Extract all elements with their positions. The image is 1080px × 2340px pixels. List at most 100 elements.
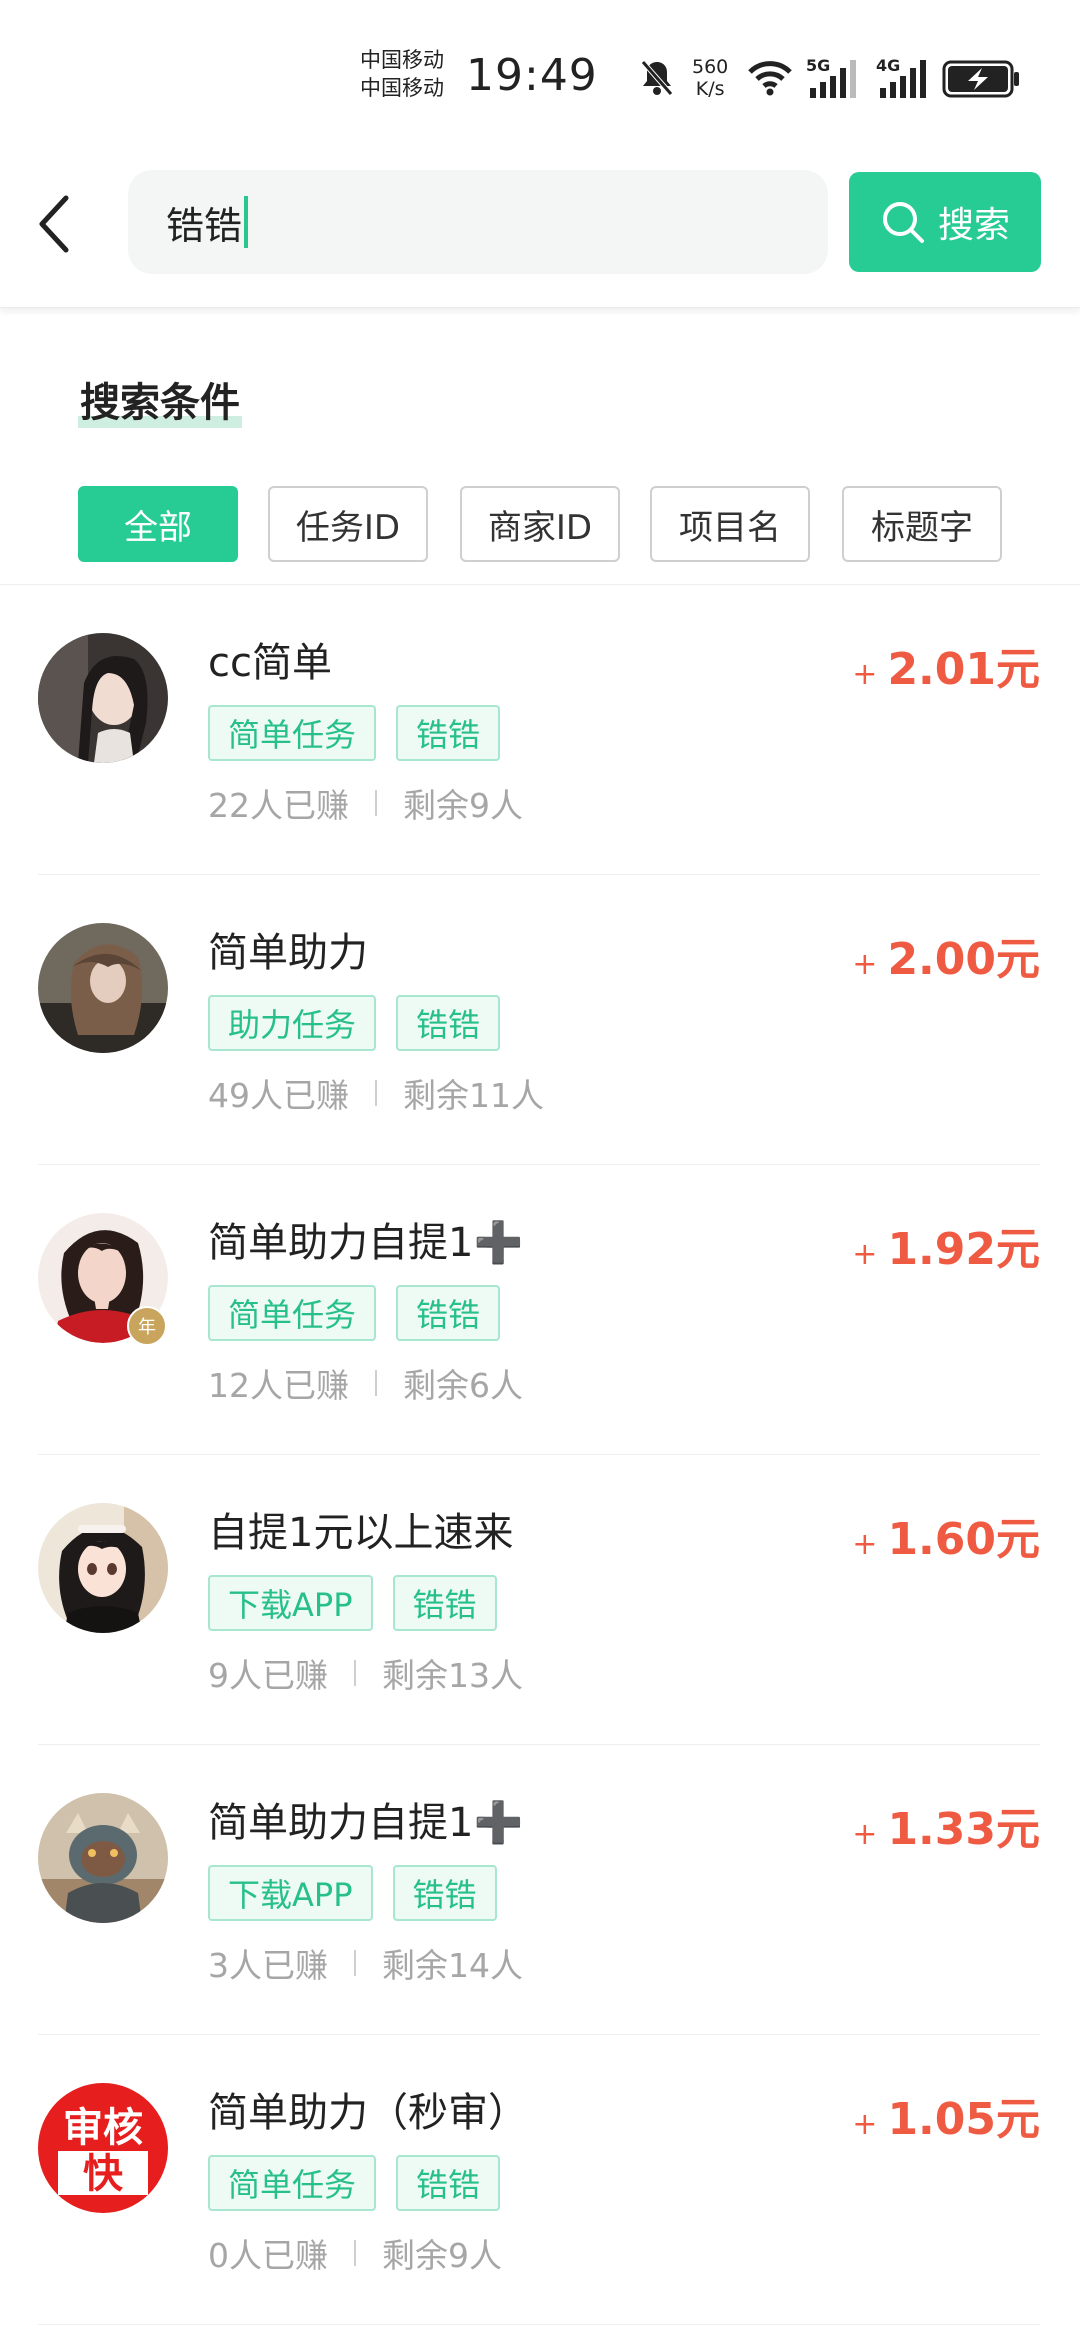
task-title: cc简单: [208, 640, 332, 686]
signal-4g-icon: [880, 60, 926, 98]
text-caret: [244, 196, 249, 248]
task-reward: + 1.33 元: [852, 1793, 1040, 1857]
earned-count: 22人已赚: [208, 786, 349, 825]
search-input-value[interactable]: 锆锆: [166, 195, 242, 250]
remaining-count: 剩余13人: [382, 1656, 523, 1695]
back-arrow-icon: [39, 195, 69, 253]
remaining-count: 剩余14人: [382, 1946, 523, 1985]
search-header: 锆锆 搜索: [0, 150, 1080, 308]
svg-text:年: 年: [138, 1317, 156, 1338]
signal-5g-icon: [810, 60, 856, 98]
task-title: 简单助力自提1➕: [208, 1800, 524, 1846]
wifi-icon: [748, 61, 792, 96]
avatar: [38, 923, 168, 1053]
avatar: [38, 1503, 168, 1633]
battery-charging-icon: [942, 60, 1019, 98]
task-stats: 9人已赚 剩余13人: [208, 1649, 523, 1697]
filter-project-name[interactable]: 项目名: [650, 486, 810, 562]
list-item[interactable]: 审核 快 简单助力（秒审） 简单任务 锆锆 0人已赚 剩余9人 + 1.05 元: [0, 2035, 1080, 2325]
earned-count: 3人已赚: [208, 1946, 328, 1985]
reward-unit: 元: [996, 934, 1040, 985]
task-title: 简单助力（秒审）: [208, 2090, 528, 2136]
task-tags: 简单任务 锆锆: [208, 705, 501, 761]
carrier-2: 中国移动: [360, 76, 444, 100]
stats-separator: [354, 1950, 356, 1976]
net-speed-value: 560: [692, 56, 729, 78]
task-reward: + 1.05 元: [852, 2083, 1040, 2147]
filter-all[interactable]: 全部: [78, 486, 238, 562]
task-stats: 12人已赚 剩余6人: [208, 1359, 523, 1407]
task-type-tag: 下载APP: [208, 1865, 373, 1921]
task-list: cc简单 简单任务 锆锆 22人已赚 剩余9人 + 2.01 元 简单助力 助力…: [0, 585, 1080, 2325]
reward-prefix: +: [852, 657, 878, 692]
task-keyword-tag: 锆锆: [392, 1575, 497, 1631]
bell-muted-icon: [641, 60, 673, 96]
task-stats: 0人已赚 剩余9人: [208, 2229, 502, 2277]
reward-amount: 1.33: [887, 1804, 996, 1855]
annual-badge-icon: 年: [127, 1306, 167, 1346]
avatar: 年: [38, 1213, 168, 1346]
carrier-1: 中国移动: [360, 48, 444, 72]
task-type-tag: 下载APP: [208, 1575, 373, 1631]
task-keyword-tag: 锆锆: [396, 1285, 501, 1341]
reward-unit: 元: [996, 1224, 1040, 1275]
filter-title-keyword[interactable]: 标题字: [842, 486, 1002, 562]
reward-unit: 元: [996, 1804, 1040, 1855]
reward-unit: 元: [996, 1514, 1040, 1565]
stats-separator: [375, 790, 377, 816]
reward-amount: 2.00: [887, 934, 996, 985]
earned-count: 12人已赚: [208, 1366, 349, 1405]
stats-separator: [375, 1080, 377, 1106]
remaining-count: 剩余9人: [403, 786, 523, 825]
list-item[interactable]: 年 简单助力自提1➕ 简单任务 锆锆 12人已赚 剩余6人 + 1.92 元: [0, 1165, 1080, 1455]
search-button[interactable]: 搜索: [849, 172, 1041, 272]
remaining-count: 剩余11人: [403, 1076, 544, 1115]
avatar: [38, 1793, 168, 1923]
task-keyword-tag: 锆锆: [396, 995, 501, 1051]
list-item[interactable]: 简单助力自提1➕ 下载APP 锆锆 3人已赚 剩余14人 + 1.33 元: [0, 1745, 1080, 2035]
status-bar: 中国移动 中国移动 19:49 560 K/s 5G 4G: [0, 0, 1080, 150]
task-stats: 3人已赚 剩余14人: [208, 1939, 523, 1987]
list-item[interactable]: cc简单 简单任务 锆锆 22人已赚 剩余9人 + 2.01 元: [0, 585, 1080, 875]
list-item[interactable]: 自提1元以上速来 下载APP 锆锆 9人已赚 剩余13人 + 1.60 元: [0, 1455, 1080, 1745]
reward-unit: 元: [996, 2094, 1040, 2145]
net-speed-unit: K/s: [695, 78, 725, 100]
reward-unit: 元: [996, 644, 1040, 695]
search-input[interactable]: 锆锆: [128, 170, 828, 274]
filter-merchant-id[interactable]: 商家ID: [460, 486, 620, 562]
task-stats: 49人已赚 剩余11人: [208, 1069, 544, 1117]
task-keyword-tag: 锆锆: [392, 1865, 497, 1921]
task-keyword-tag: 锆锆: [396, 705, 501, 761]
task-stats: 22人已赚 剩余9人: [208, 779, 523, 827]
task-title: 简单助力自提1➕: [208, 1220, 524, 1266]
reward-prefix: +: [852, 1237, 878, 1272]
reward-prefix: +: [852, 1527, 878, 1562]
reward-amount: 1.92: [887, 1224, 996, 1275]
task-tags: 助力任务 锆锆: [208, 995, 501, 1051]
net-speed: 560 K/s: [692, 56, 728, 100]
filter-task-id[interactable]: 任务ID: [268, 486, 428, 562]
search-button-label: 搜索: [937, 205, 1010, 246]
earned-count: 9人已赚: [208, 1656, 328, 1695]
clock: 19:49: [466, 50, 598, 101]
avatar: 审核 快: [38, 2083, 168, 2213]
reward-amount: 1.05: [887, 2094, 996, 2145]
task-type-tag: 简单任务: [208, 705, 377, 761]
reward-amount: 2.01: [887, 644, 996, 695]
list-item[interactable]: 简单助力 助力任务 锆锆 49人已赚 剩余11人 + 2.00 元: [0, 875, 1080, 1165]
task-reward: + 2.00 元: [852, 923, 1040, 987]
task-keyword-tag: 锆锆: [396, 2155, 501, 2211]
task-tags: 下载APP 锆锆: [208, 1575, 497, 1631]
task-type-tag: 简单任务: [208, 2155, 377, 2211]
task-reward: + 2.01 元: [852, 633, 1040, 697]
task-tags: 下载APP 锆锆: [208, 1865, 497, 1921]
task-title: 简单助力: [208, 930, 368, 976]
reward-amount: 1.60: [887, 1514, 996, 1565]
reward-prefix: +: [852, 947, 878, 982]
task-reward: + 1.60 元: [852, 1503, 1040, 1567]
remaining-count: 剩余6人: [403, 1366, 523, 1405]
task-type-tag: 助力任务: [208, 995, 377, 1051]
avatar-text-top: 审核: [63, 2105, 143, 2151]
back-button[interactable]: [24, 186, 84, 262]
stats-separator: [354, 1660, 356, 1686]
